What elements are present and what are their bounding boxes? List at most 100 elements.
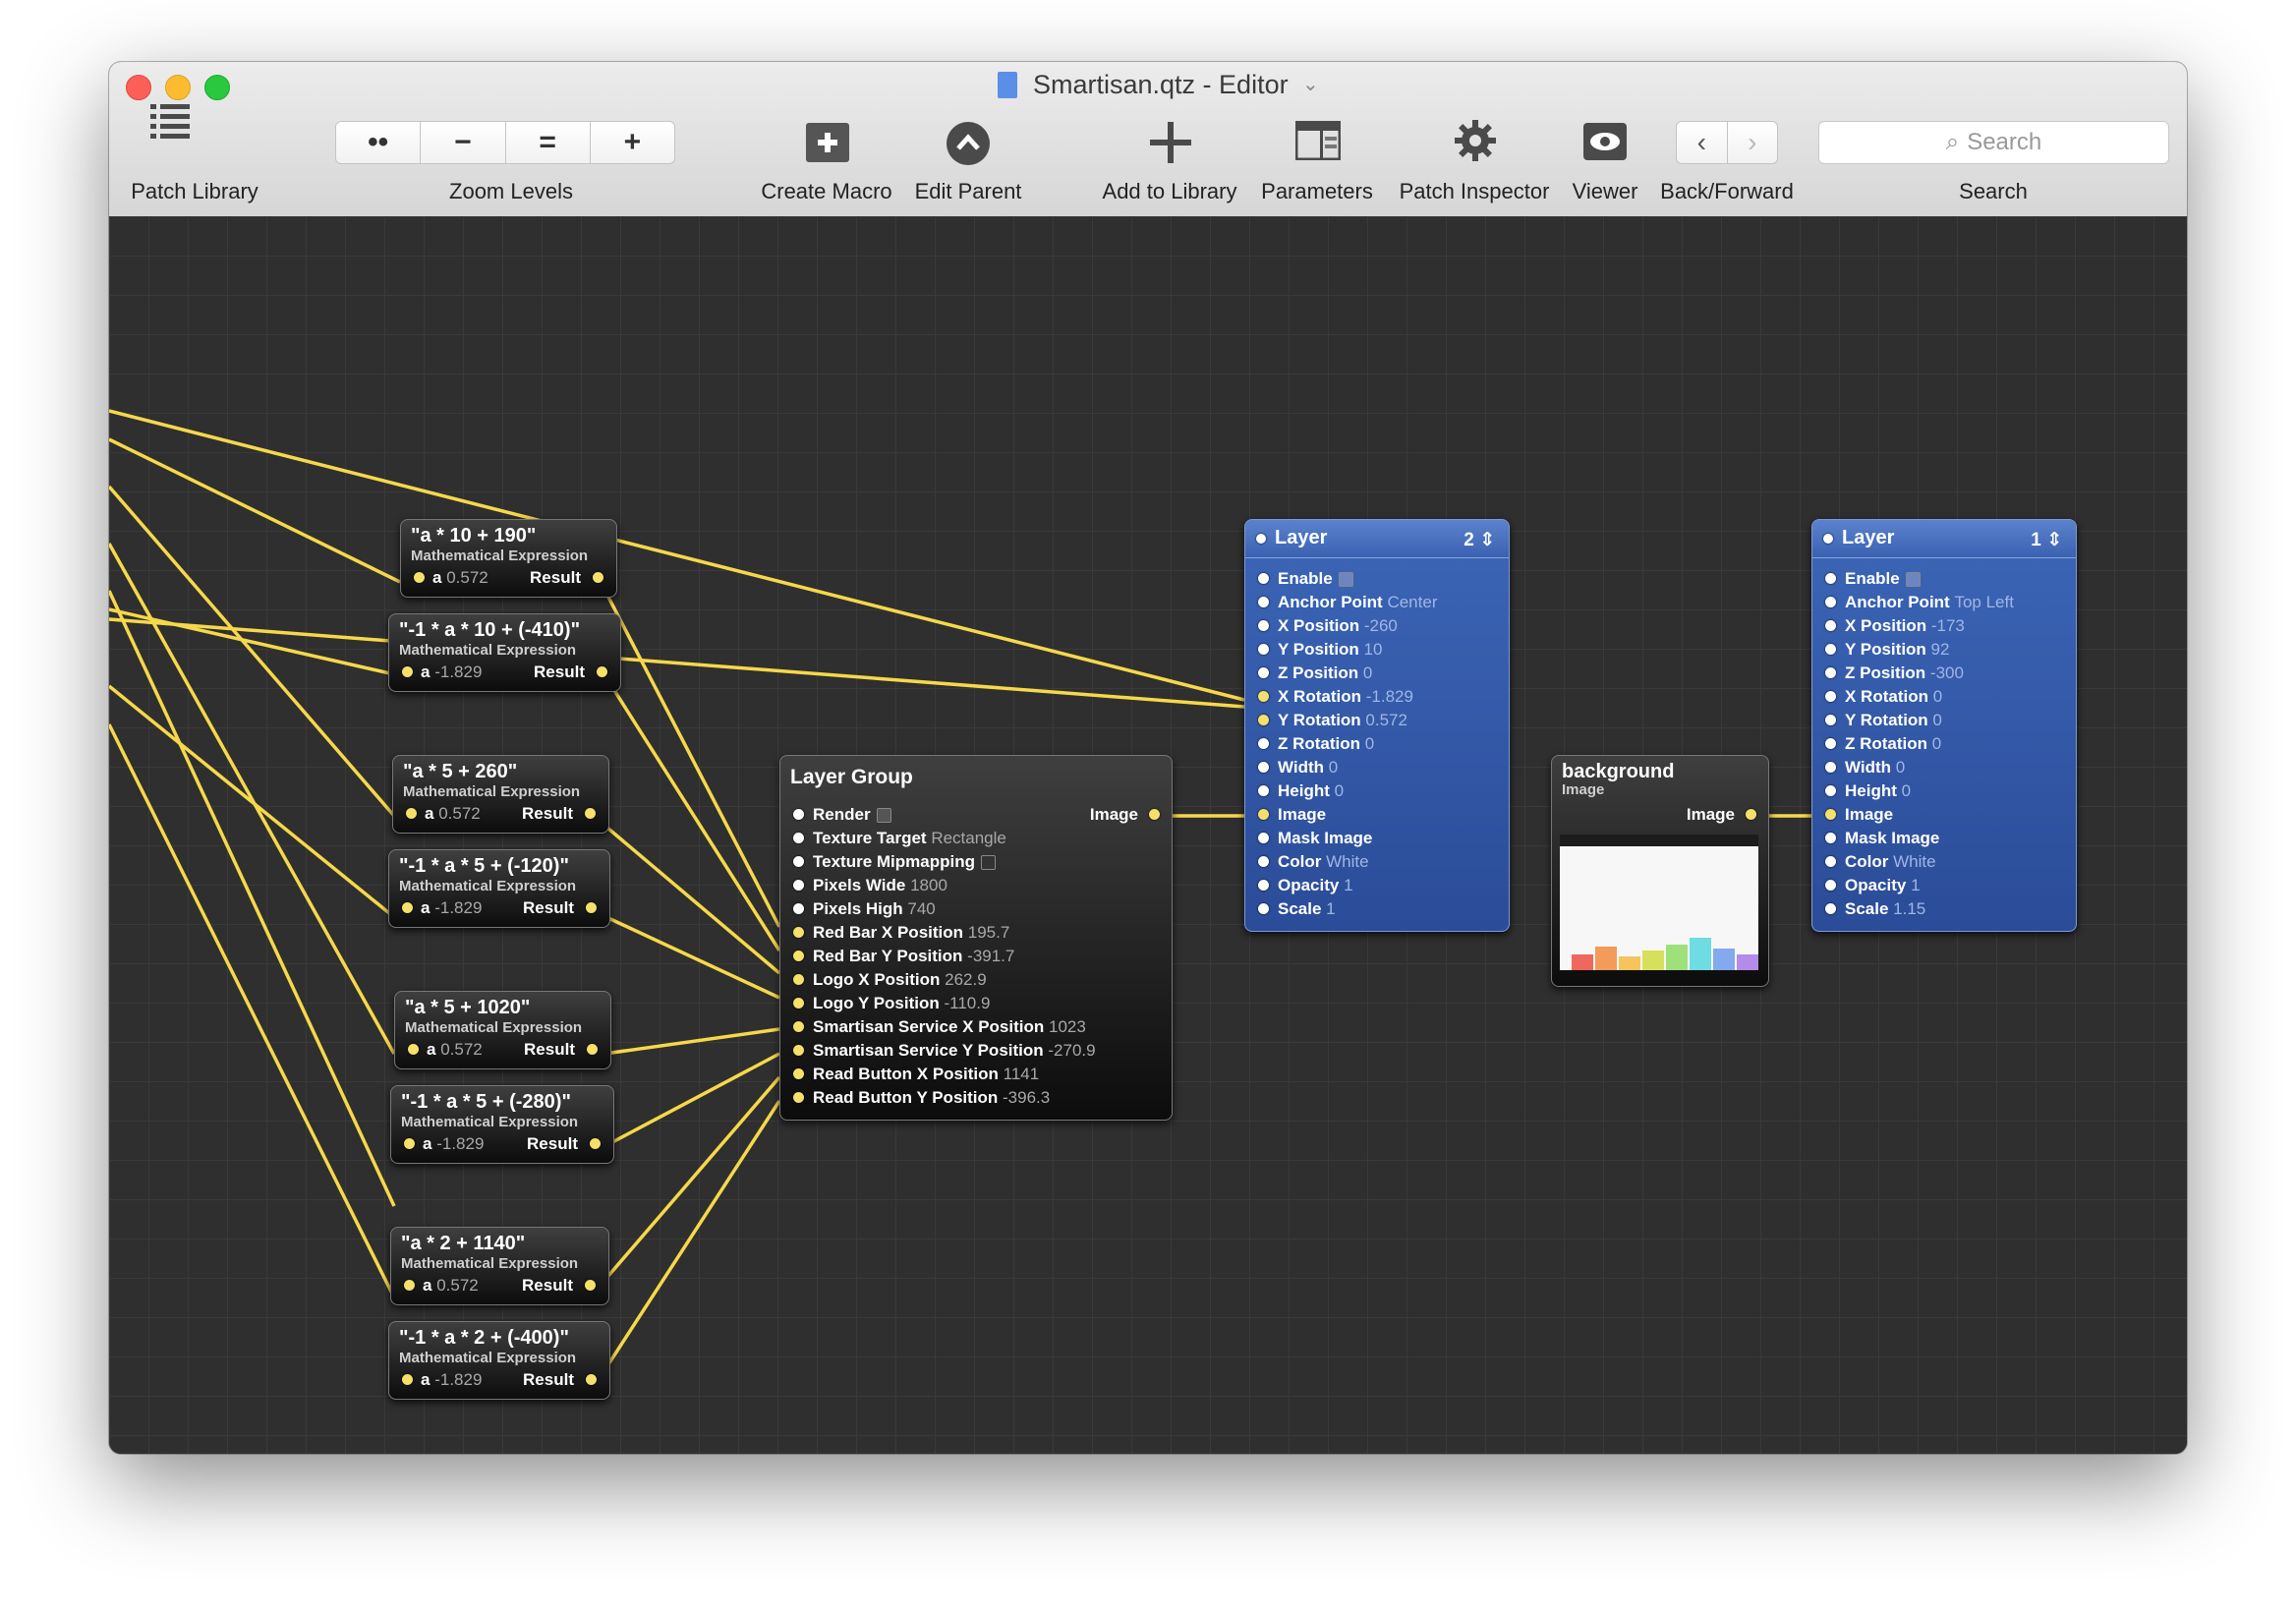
zoom-in-button[interactable]: + [591, 122, 674, 163]
input-port[interactable] [793, 998, 804, 1009]
input-port[interactable] [793, 974, 804, 985]
patch-inspector-label[interactable]: Patch Inspector [1400, 179, 1550, 204]
zoom-levels-control[interactable]: •• − = + [335, 121, 675, 164]
math-expression-patch[interactable]: "-1 * a * 5 + (-120)" Mathematical Expre… [388, 849, 610, 928]
list-icon[interactable] [148, 99, 192, 143]
input-port[interactable] [1258, 833, 1269, 843]
input-port[interactable] [1825, 762, 1836, 773]
input-port[interactable] [1825, 620, 1836, 631]
input-port[interactable] [1258, 903, 1269, 914]
input-port[interactable] [793, 856, 804, 867]
layer-number[interactable]: 2 ⇕ [1464, 529, 1495, 551]
mipmapping-checkbox[interactable] [980, 855, 996, 871]
input-port[interactable] [402, 902, 413, 913]
add-to-library-label[interactable]: Add to Library [1103, 179, 1237, 204]
input-port[interactable] [793, 903, 804, 914]
input-port[interactable] [793, 951, 804, 961]
input-port[interactable] [793, 1068, 804, 1079]
render-checkbox[interactable] [876, 808, 891, 824]
output-port[interactable] [593, 572, 603, 583]
layer-number[interactable]: 1 ⇕ [2031, 529, 2062, 551]
input-port[interactable] [793, 927, 804, 938]
plus-icon[interactable] [1148, 120, 1193, 165]
edit-parent-label[interactable]: Edit Parent [915, 179, 1022, 204]
create-macro-label[interactable]: Create Macro [761, 179, 891, 204]
input-port[interactable] [1825, 880, 1836, 891]
zoom-actual-button[interactable]: = [506, 122, 591, 163]
input-port[interactable] [1258, 762, 1269, 773]
input-port[interactable] [408, 1044, 419, 1055]
output-port[interactable] [585, 808, 596, 819]
patch-library-label[interactable]: Patch Library [131, 179, 258, 204]
title-chevron-icon[interactable]: ⌄ [1302, 72, 1319, 96]
eye-icon[interactable] [1583, 123, 1627, 160]
input-port[interactable] [793, 1092, 804, 1103]
enable-checkbox[interactable] [1905, 572, 1921, 588]
input-port[interactable] [414, 572, 425, 583]
input-port[interactable] [1825, 809, 1836, 820]
input-port[interactable] [1258, 715, 1269, 725]
input-port[interactable] [1825, 667, 1836, 678]
math-expression-patch[interactable]: "a * 10 + 190" Mathematical Expression a… [400, 519, 617, 598]
zoom-out-button[interactable]: − [421, 122, 506, 163]
back-forward-control[interactable]: ‹ › [1676, 121, 1778, 164]
enable-checkbox[interactable] [1338, 572, 1353, 588]
input-port[interactable] [1825, 785, 1836, 796]
input-port[interactable] [1825, 833, 1836, 843]
parameters-label[interactable]: Parameters [1261, 179, 1373, 204]
input-port[interactable] [404, 1280, 415, 1291]
minimize-button[interactable] [165, 75, 191, 100]
input-port[interactable] [793, 1021, 804, 1032]
output-port[interactable] [587, 1044, 598, 1055]
math-expression-patch[interactable]: "a * 2 + 1140" Mathematical Expression a… [390, 1227, 609, 1305]
output-port[interactable] [1149, 809, 1160, 820]
input-port[interactable] [1258, 738, 1269, 749]
input-port[interactable] [793, 833, 804, 843]
output-port[interactable] [586, 1374, 597, 1385]
math-expression-patch[interactable]: "-1 * a * 5 + (-280)" Mathematical Expre… [390, 1085, 614, 1164]
forward-icon[interactable]: › [1728, 122, 1778, 163]
close-button[interactable] [126, 75, 151, 100]
layer-patch-1[interactable]: Layer 1 ⇕ Enable Anchor Point Top Left X… [1811, 519, 2077, 932]
input-port[interactable] [402, 666, 413, 677]
enable-port[interactable] [1256, 534, 1266, 544]
viewer-label[interactable]: Viewer [1573, 179, 1638, 204]
input-port[interactable] [1258, 880, 1269, 891]
output-port[interactable] [590, 1138, 601, 1149]
search-input[interactable]: ⌕ Search [1818, 121, 2169, 164]
math-expression-patch[interactable]: "a * 5 + 260" Mathematical Expression a … [392, 755, 609, 834]
input-port[interactable] [793, 880, 804, 891]
zoom-fit-button[interactable]: •• [336, 122, 422, 163]
math-expression-patch[interactable]: "a * 5 + 1020" Mathematical Expression a… [394, 991, 611, 1069]
output-port[interactable] [597, 666, 607, 677]
input-port[interactable] [1825, 644, 1836, 655]
input-port[interactable] [793, 1045, 804, 1056]
input-port[interactable] [402, 1374, 413, 1385]
input-port[interactable] [404, 1138, 415, 1149]
input-port[interactable] [1258, 667, 1269, 678]
layer-group-patch[interactable]: Layer Group Image Render Texture Target … [779, 755, 1173, 1121]
input-port[interactable] [1258, 620, 1269, 631]
output-port[interactable] [586, 902, 597, 913]
output-port[interactable] [1746, 809, 1756, 820]
input-port[interactable] [1825, 573, 1836, 584]
layer-patch-2[interactable]: Layer 2 ⇕ Enable Anchor Point Center X P… [1244, 519, 1510, 932]
input-port[interactable] [1258, 809, 1269, 820]
input-port[interactable] [1258, 573, 1269, 584]
output-port[interactable] [585, 1280, 596, 1291]
input-port[interactable] [1258, 856, 1269, 867]
edit-parent-icon[interactable] [946, 121, 991, 166]
input-port[interactable] [406, 808, 417, 819]
background-image-patch[interactable]: background Image Image [1551, 755, 1769, 987]
input-port[interactable] [1258, 785, 1269, 796]
macro-icon[interactable] [806, 123, 849, 162]
patch-editor-canvas[interactable]: "a * 10 + 190" Mathematical Expression a… [109, 216, 2187, 1454]
gear-icon[interactable] [1454, 119, 1497, 162]
math-expression-patch[interactable]: "-1 * a * 2 + (-400)" Mathematical Expre… [388, 1321, 610, 1400]
parameters-icon[interactable] [1294, 120, 1342, 161]
input-port[interactable] [1825, 715, 1836, 725]
input-port[interactable] [1258, 691, 1269, 702]
input-port[interactable] [1825, 597, 1836, 607]
math-expression-patch[interactable]: "-1 * a * 10 + (-410)" Mathematical Expr… [388, 613, 621, 692]
input-port[interactable] [1258, 644, 1269, 655]
